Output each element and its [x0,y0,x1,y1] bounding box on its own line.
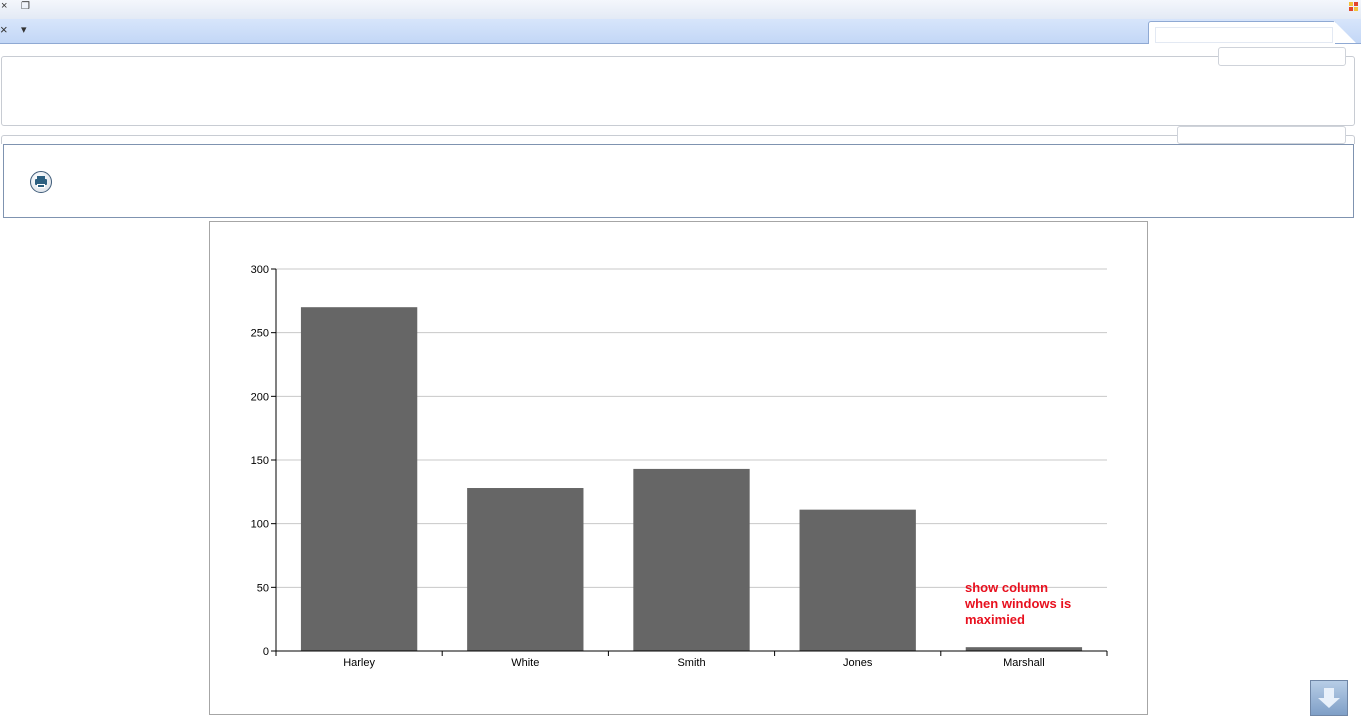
chart-annotation: show column when windows is maximied [965,580,1105,628]
bar [300,307,418,651]
annotation-line: when windows is [965,596,1072,611]
down-arrow-icon-head [1318,698,1340,708]
y-tick-label: 100 [251,519,269,531]
report-panel [1,135,1355,144]
y-tick-label: 0 [263,646,269,658]
close-icon[interactable]: × [1,1,7,12]
y-tick-label: 300 [251,264,269,276]
report-panel-tab[interactable] [1177,126,1346,144]
y-tick-label: 50 [257,582,269,594]
header-panel-tab[interactable] [1218,47,1346,66]
window-title-bar: × ❐ [0,0,1361,20]
printer-paper [37,184,45,188]
y-tick-label: 250 [251,328,269,340]
bar [633,468,750,651]
x-tick-label: Smith [677,657,705,669]
bar [467,488,584,651]
tab-menu-icon[interactable]: ▾ [21,25,27,36]
restore-icon[interactable]: ❐ [21,1,30,12]
x-tick-label: Marshall [1003,657,1045,669]
y-tick-label: 200 [251,391,269,403]
bar-chart: 0 50 100 150 200 250 300 Harley White Smith Jones M… [209,221,1148,715]
down-arrow-icon [1324,688,1334,698]
annotation-line: show column [965,580,1049,595]
active-tab-tail [1334,21,1356,43]
scroll-down-button[interactable] [1310,680,1348,716]
tab-close-icon[interactable]: × [0,23,8,36]
report-toolbar [3,144,1354,218]
bar [965,647,1083,651]
print-icon[interactable] [30,171,52,193]
x-tick-label: White [511,657,539,669]
y-tick-label: 150 [251,455,269,467]
x-tick-label: Harley [343,657,375,669]
active-tab-label-area [1155,27,1333,43]
annotation-line: maximied [965,612,1025,627]
header-panel [1,56,1355,126]
app-menu-icon[interactable] [1349,2,1359,12]
chart-svg: 0 50 100 150 200 250 300 Harley White Smith Jones M… [251,264,1108,669]
x-tick-label: Jones [843,657,873,669]
bar [799,509,916,651]
